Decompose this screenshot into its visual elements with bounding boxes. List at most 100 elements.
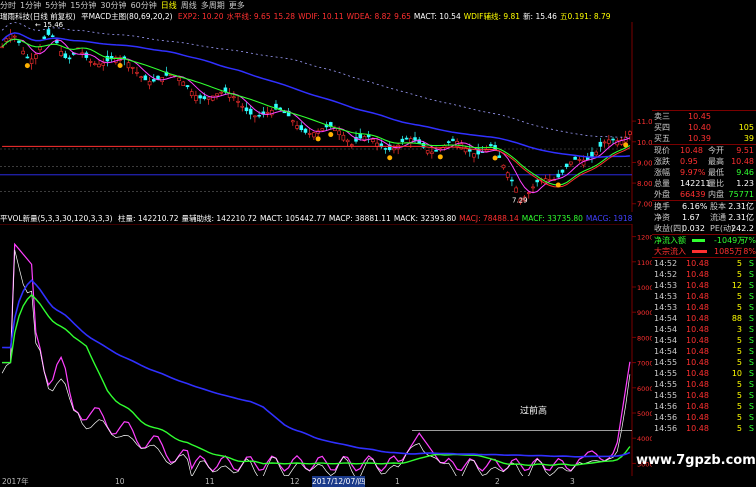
candle-body bbox=[88, 61, 93, 63]
candle-body bbox=[337, 130, 341, 136]
tick-price: 10.48 bbox=[686, 369, 709, 378]
price-axis-tick: 11.00 bbox=[637, 118, 652, 126]
candle-body bbox=[564, 163, 569, 167]
candle-body bbox=[320, 128, 325, 131]
candle-body bbox=[468, 149, 472, 152]
tick-volume: 5 bbox=[736, 358, 742, 367]
period-tab-8[interactable]: 多周期 bbox=[201, 0, 225, 11]
main-indicator-value: WDIF: 10.11 bbox=[298, 12, 344, 21]
candle-body bbox=[291, 120, 295, 123]
candle-body bbox=[602, 141, 607, 144]
tick-volume: 3 bbox=[736, 325, 742, 334]
tick-side: S bbox=[748, 270, 754, 279]
candle-body bbox=[34, 54, 38, 59]
trade-tick-row: 14:54 10.48 88 S bbox=[652, 313, 756, 324]
tick-volume: 5 bbox=[736, 270, 742, 279]
period-tab-3[interactable]: 15分钟 bbox=[70, 0, 96, 11]
candle-body bbox=[607, 139, 611, 144]
signal-dot bbox=[437, 154, 443, 160]
candle-body bbox=[535, 179, 539, 183]
stat-label: 净资 bbox=[654, 213, 670, 222]
quote-stat-row: 涨跌 0.95 最高 10.48 bbox=[652, 156, 756, 167]
flow-label: 大宗流入 bbox=[654, 247, 686, 256]
volume-chart[interactable]: 过前高 12000 11000 10000 9000 8000 7000 6000 5000 40… bbox=[0, 224, 652, 476]
level-volume: 39 bbox=[743, 134, 754, 143]
flow-bar bbox=[692, 239, 706, 242]
candle-body bbox=[425, 150, 430, 154]
sub-indicator-value: 量辅助线: 142210.72 bbox=[181, 214, 257, 223]
price-chart[interactable]: ← 15.46 7.29 11.00 10.00 9.00 8.00 7.00 bbox=[0, 22, 652, 212]
stat-label: 今开 bbox=[708, 146, 724, 155]
candle-body bbox=[569, 161, 573, 165]
candle-body bbox=[84, 52, 89, 58]
tick-price: 10.48 bbox=[686, 391, 709, 400]
signal-dot bbox=[387, 155, 393, 161]
candle-body bbox=[232, 96, 236, 99]
tick-side: S bbox=[748, 369, 754, 378]
main-indicator-value: WDIF辅线: 9.81 bbox=[463, 12, 521, 21]
level-volume: 105 bbox=[738, 123, 754, 132]
period-tab-1[interactable]: 1分钟 bbox=[20, 0, 41, 11]
main-indicator-value: MACT: 10.54 bbox=[413, 12, 461, 21]
period-tab-7[interactable]: 周线 bbox=[181, 0, 197, 11]
trade-tick-row: 14:55 10.48 5 S bbox=[652, 357, 756, 368]
candle-body bbox=[67, 57, 72, 60]
candle-body bbox=[97, 63, 101, 68]
trade-tick-row: 14:55 10.48 5 S bbox=[652, 390, 756, 401]
level-label: 买四 bbox=[654, 123, 670, 132]
main-indicator-value: 9.65 bbox=[394, 12, 411, 21]
period-tab-5[interactable]: 60分钟 bbox=[131, 0, 157, 11]
period-tab-2[interactable]: 5分钟 bbox=[45, 0, 66, 11]
money-flow-row: 净流入额 -1049万 -7% bbox=[652, 234, 756, 246]
candle-body bbox=[219, 91, 223, 94]
volume-axis-tick: 7000 bbox=[637, 360, 652, 368]
candle-body bbox=[404, 137, 409, 140]
level-price: 10.45 bbox=[688, 112, 711, 121]
flow-value: 1085万 bbox=[714, 247, 743, 256]
level-label: 卖三 bbox=[654, 112, 670, 121]
candle-body bbox=[400, 138, 405, 142]
sub-indicator-value: MACG: 19186.34 bbox=[585, 214, 632, 223]
flow-pct: -7% bbox=[740, 236, 756, 245]
tick-side: S bbox=[748, 347, 754, 356]
candle-body bbox=[383, 148, 388, 150]
candle-body bbox=[598, 141, 603, 147]
order-book-level: 卖三 10.45 bbox=[652, 110, 756, 122]
signal-dot bbox=[328, 132, 334, 138]
tick-time: 14:54 bbox=[654, 336, 678, 345]
tick-volume: 5 bbox=[736, 336, 742, 345]
candle-body bbox=[244, 107, 249, 112]
x-axis-label: 2 bbox=[495, 477, 500, 486]
trade-tick-row: 14:53 10.48 5 S bbox=[652, 291, 756, 302]
quote-stat-row: 净资 1.67 流通 2.31亿 bbox=[652, 212, 756, 223]
candle-body bbox=[17, 40, 21, 43]
previous-high-annotation: 过前高 bbox=[520, 405, 547, 417]
candle-body bbox=[198, 95, 202, 99]
stat-value: 9.97% bbox=[680, 168, 706, 177]
period-tab-9[interactable]: 更多 bbox=[229, 0, 245, 11]
x-axis-label: 1 bbox=[395, 477, 400, 486]
volume-indicator-title: 平VOL新量(5,3,3,30,120,3,3,3) 柱量: 142210.72… bbox=[0, 213, 632, 224]
candle-body bbox=[139, 76, 143, 79]
candle-body bbox=[257, 114, 261, 117]
candle-body bbox=[42, 36, 47, 39]
period-tab-6[interactable]: 日线 bbox=[161, 0, 177, 11]
candle-body bbox=[341, 134, 346, 141]
period-tab-0[interactable]: 分时 bbox=[0, 0, 16, 11]
candle-body bbox=[560, 169, 565, 173]
candle-body bbox=[12, 35, 17, 38]
trade-tick-row: 14:56 10.48 5 S bbox=[652, 423, 756, 434]
tick-volume: 5 bbox=[736, 347, 742, 356]
tick-side: S bbox=[748, 325, 754, 334]
tick-time: 14:56 bbox=[654, 424, 678, 433]
sub-indicator-value: MACK: 32393.80 bbox=[393, 214, 457, 223]
tick-time: 14:52 bbox=[654, 259, 678, 268]
tick-volume: 5 bbox=[736, 413, 742, 422]
period-tab-4[interactable]: 30分钟 bbox=[100, 0, 126, 11]
level-price: 10.40 bbox=[688, 123, 711, 132]
stat-value: 10.48 bbox=[680, 146, 703, 155]
candle-body bbox=[194, 95, 198, 101]
signal-dot bbox=[492, 155, 498, 161]
candle-body bbox=[135, 71, 139, 74]
tick-time: 14:53 bbox=[654, 281, 678, 290]
